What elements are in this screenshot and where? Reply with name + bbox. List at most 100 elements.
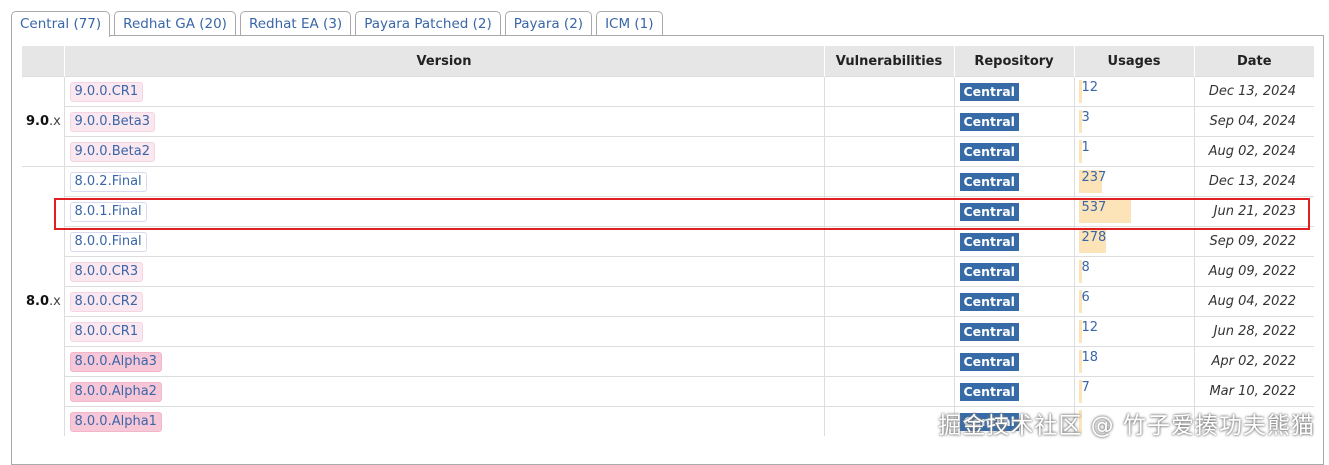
table-row: 9.0.0.Beta2 Central 1 Aug 02, 2024 <box>22 136 1314 167</box>
date-cell: Sep 09, 2022 <box>1193 226 1314 257</box>
date-cell: Dec 13, 2024 <box>1193 76 1314 107</box>
repository-badge[interactable]: Central <box>959 292 1019 311</box>
version-link[interactable]: 8.0.0.Final <box>69 231 147 252</box>
usages-cell: 237 <box>1073 166 1194 197</box>
header-group <box>22 46 64 77</box>
watermark: 掘金技术社区 @ 竹子爱揍功夫熊猫 <box>938 413 1315 439</box>
repository-badge[interactable]: Central <box>959 112 1019 131</box>
version-cell: 8.0.0.CR3 <box>63 256 824 287</box>
version-cell: 8.0.0.Alpha3 <box>63 346 824 377</box>
version-link[interactable]: 8.0.2.Final <box>69 171 147 192</box>
version-link[interactable]: 8.0.1.Final <box>69 201 147 222</box>
group-suffix: .x <box>49 294 61 309</box>
version-cell: 8.0.0.Final <box>63 226 824 257</box>
table-row: 8.0.0.CR1 Central 12 Jun 28, 2022 <box>22 316 1314 347</box>
repository-cell: Central <box>953 196 1074 227</box>
repository-cell: Central <box>953 346 1074 377</box>
tab-central[interactable]: Central (77) <box>11 11 111 37</box>
repository-badge[interactable]: Central <box>959 142 1019 161</box>
vulnerabilities-cell <box>823 316 954 347</box>
usage-count-link[interactable]: 6 <box>1082 290 1090 305</box>
usage-count-link[interactable]: 7 <box>1082 380 1090 395</box>
repository-cell: Central <box>953 136 1074 167</box>
table-row: 9.0.x 9.0.0.CR1 Central 12 Dec 13, 2024 <box>22 76 1314 167</box>
version-cell: 9.0.0.Beta3 <box>63 106 824 137</box>
date-cell: Mar 10, 2022 <box>1193 376 1314 407</box>
repository-cell: Central <box>953 106 1074 137</box>
usages-cell: 6 <box>1073 286 1194 317</box>
group-major: 9.0 <box>26 114 50 129</box>
version-link[interactable]: 8.0.0.CR1 <box>69 321 144 342</box>
table-row: 9.0.0.Beta3 Central 3 Sep 04, 2024 <box>22 106 1314 137</box>
version-group-label: 8.0.x <box>22 166 64 436</box>
table-row: 8.0.0.Alpha3 Central 18 Apr 02, 2022 <box>22 346 1314 377</box>
version-cell: 8.0.2.Final <box>63 166 824 197</box>
tab-redhat-ga[interactable]: Redhat GA (20) <box>114 11 236 36</box>
repository-badge[interactable]: Central <box>959 172 1019 191</box>
usage-count-link[interactable]: 12 <box>1082 320 1099 335</box>
date-cell: Jun 28, 2022 <box>1193 316 1314 347</box>
usage-count-link[interactable]: 537 <box>1082 200 1107 215</box>
version-link[interactable]: 8.0.0.Alpha1 <box>69 411 162 432</box>
version-link[interactable]: 9.0.0.CR1 <box>69 81 144 102</box>
header-repository: Repository <box>953 46 1074 77</box>
tab-icm[interactable]: ICM (1) <box>596 11 663 36</box>
repository-badge[interactable]: Central <box>959 352 1019 371</box>
version-link[interactable]: 8.0.0.CR2 <box>69 291 144 312</box>
repository-cell: Central <box>953 316 1074 347</box>
usages-cell: 1 <box>1073 136 1194 167</box>
date-cell: Sep 04, 2024 <box>1193 106 1314 137</box>
repository-badge[interactable]: Central <box>959 202 1019 221</box>
usage-count-link[interactable]: 8 <box>1082 260 1090 275</box>
usage-count-link[interactable]: 12 <box>1082 80 1099 95</box>
vulnerabilities-cell <box>823 256 954 287</box>
version-link[interactable]: 8.0.0.CR3 <box>69 261 144 282</box>
group-suffix: .x <box>49 114 61 129</box>
version-link[interactable]: 8.0.0.Alpha2 <box>69 381 162 402</box>
vulnerabilities-cell <box>823 106 954 137</box>
version-cell: 8.0.1.Final <box>63 196 824 227</box>
usage-count-link[interactable]: 18 <box>1082 350 1099 365</box>
vulnerabilities-cell <box>823 346 954 377</box>
table-row: 8.0.0.Final Central 278 Sep 09, 2022 <box>22 226 1314 257</box>
usage-count-link[interactable]: 3 <box>1082 110 1090 125</box>
repository-badge[interactable]: Central <box>959 322 1019 341</box>
vulnerabilities-cell <box>823 286 954 317</box>
vulnerabilities-cell <box>823 376 954 407</box>
repository-badge[interactable]: Central <box>959 382 1019 401</box>
usages-cell: 7 <box>1073 376 1194 407</box>
usages-cell: 18 <box>1073 346 1194 377</box>
tab-payara[interactable]: Payara (2) <box>504 11 593 36</box>
version-group-label: 9.0.x <box>22 76 64 167</box>
version-link[interactable]: 8.0.0.Alpha3 <box>69 351 162 372</box>
vulnerabilities-cell <box>823 76 954 107</box>
usage-count-link[interactable]: 237 <box>1082 170 1107 185</box>
tab-payara-patched[interactable]: Payara Patched (2) <box>355 11 501 36</box>
usage-count-link[interactable]: 1 <box>1082 140 1090 155</box>
repository-cell: Central <box>953 76 1074 107</box>
version-link[interactable]: 9.0.0.Beta2 <box>69 141 155 162</box>
repository-cell: Central <box>953 256 1074 287</box>
table-row: 8.0.0.CR3 Central 8 Aug 09, 2022 <box>22 256 1314 287</box>
vulnerabilities-cell <box>823 226 954 257</box>
date-cell: Jun 21, 2023 <box>1193 196 1314 227</box>
tab-redhat-ea[interactable]: Redhat EA (3) <box>239 11 352 36</box>
version-cell: 9.0.0.Beta2 <box>63 136 824 167</box>
version-link[interactable]: 9.0.0.Beta3 <box>69 111 155 132</box>
header-vulnerabilities: Vulnerabilities <box>823 46 954 77</box>
version-cell: 8.0.0.Alpha2 <box>63 376 824 407</box>
table-header-row: Version Vulnerabilities Repository Usage… <box>22 46 1314 77</box>
repository-badge[interactable]: Central <box>959 82 1019 101</box>
date-cell: Dec 13, 2024 <box>1193 166 1314 197</box>
repository-badge[interactable]: Central <box>959 232 1019 251</box>
date-cell: Aug 04, 2022 <box>1193 286 1314 317</box>
version-cell: 8.0.0.CR1 <box>63 316 824 347</box>
repository-cell: Central <box>953 376 1074 407</box>
usage-count-link[interactable]: 278 <box>1082 230 1107 245</box>
group-major: 8.0 <box>26 294 50 309</box>
version-cell: 8.0.0.CR2 <box>63 286 824 317</box>
header-version: Version <box>63 46 824 77</box>
repository-cell: Central <box>953 286 1074 317</box>
repository-cell: Central <box>953 166 1074 197</box>
repository-badge[interactable]: Central <box>959 262 1019 281</box>
